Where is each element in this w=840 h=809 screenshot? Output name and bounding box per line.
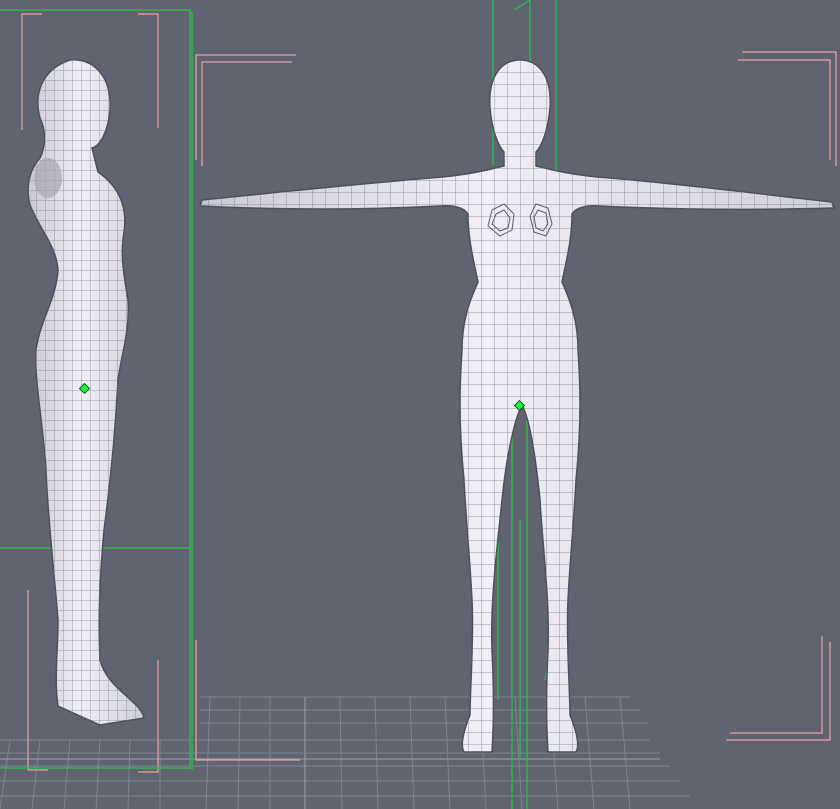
viewport-canvas[interactable] — [0, 0, 840, 809]
3d-viewport[interactable] — [0, 0, 840, 809]
camera-frame-marks — [21, 13, 837, 773]
